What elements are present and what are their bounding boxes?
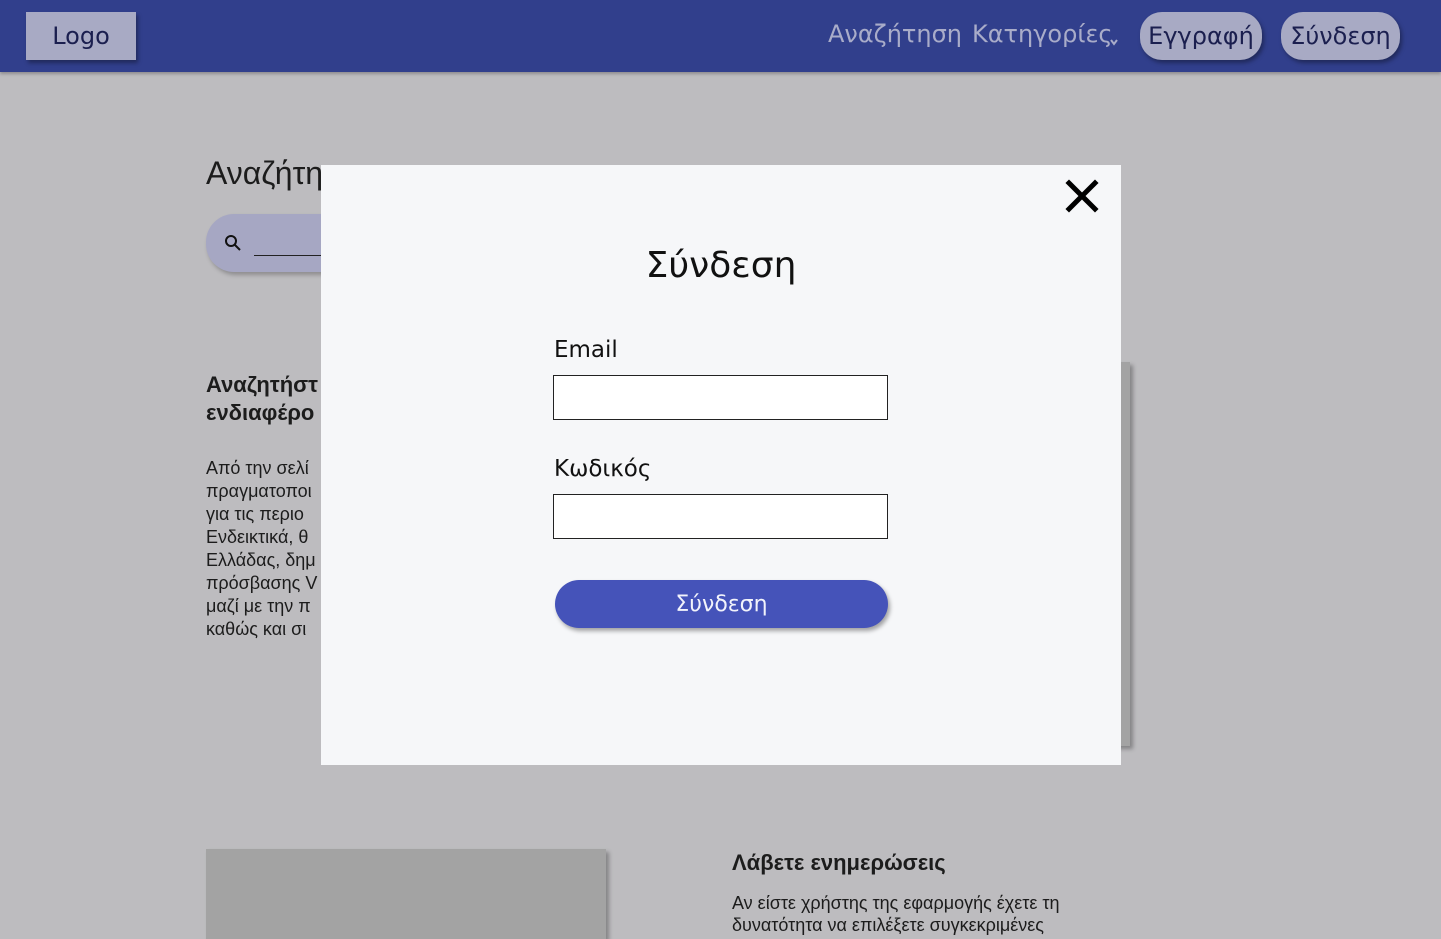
- page-heading: Αναζήτη: [206, 155, 324, 191]
- section-heading-line: ενδιαφέρο: [206, 400, 315, 425]
- paragraph-line: για τις περιο: [206, 504, 304, 524]
- password-label: Κωδικός: [554, 456, 652, 482]
- register-button[interactable]: Εγγραφή: [1140, 12, 1262, 60]
- chevron-down-icon[interactable]: [1110, 38, 1118, 46]
- paragraph-line: Από την σελί: [206, 458, 309, 478]
- paragraph-line: πραγματοποι: [206, 481, 312, 501]
- nav-link-categories[interactable]: Κατηγορίες: [972, 20, 1113, 48]
- section-heading: Αναζητήστ ενδιαφέρο: [206, 371, 318, 427]
- logo[interactable]: Logo: [26, 12, 136, 60]
- paragraph-line: καθώς και σι: [206, 619, 307, 639]
- paragraph-line: πρόσβασης V: [206, 573, 318, 593]
- image-placeholder: [206, 849, 606, 939]
- paragraph-line: Αν είστε χρήστης της εφαρμογής έχετε τη: [732, 893, 1060, 913]
- section-paragraph: Από την σελί πραγματοποι για τις περιο Ε…: [206, 457, 317, 641]
- login-button[interactable]: Σύνδεση: [1281, 12, 1400, 60]
- paragraph-line: δυνατότητα να επιλέξετε συγκεκριμένες: [732, 915, 1044, 935]
- submit-login-button[interactable]: Σύνδεση: [555, 580, 888, 628]
- updates-paragraph: Αν είστε χρήστης της εφαρμογής έχετε τη …: [732, 892, 1060, 936]
- modal-title: Σύνδεση: [645, 245, 797, 286]
- paragraph-line: Ενδεικτικά, θ: [206, 527, 309, 547]
- section-heading-line: Αναζητήστ: [206, 372, 318, 397]
- email-field[interactable]: [553, 375, 888, 420]
- email-label: Email: [554, 337, 618, 363]
- paragraph-line: Ελλάδας, δημ: [206, 550, 316, 570]
- paragraph-line: μαζί με την π: [206, 596, 311, 616]
- updates-heading: Λάβετε ενημερώσεις: [732, 850, 946, 875]
- login-modal: Σύνδεση Email Κωδικός Σύνδεση: [321, 165, 1121, 765]
- close-icon[interactable]: [1061, 175, 1103, 217]
- password-field[interactable]: [553, 494, 888, 539]
- search-icon: [225, 235, 241, 251]
- top-navbar: Logo Αναζήτηση Κατηγορίες Εγγραφή Σύνδεσ…: [0, 0, 1441, 72]
- nav-link-search[interactable]: Αναζήτηση: [828, 20, 962, 48]
